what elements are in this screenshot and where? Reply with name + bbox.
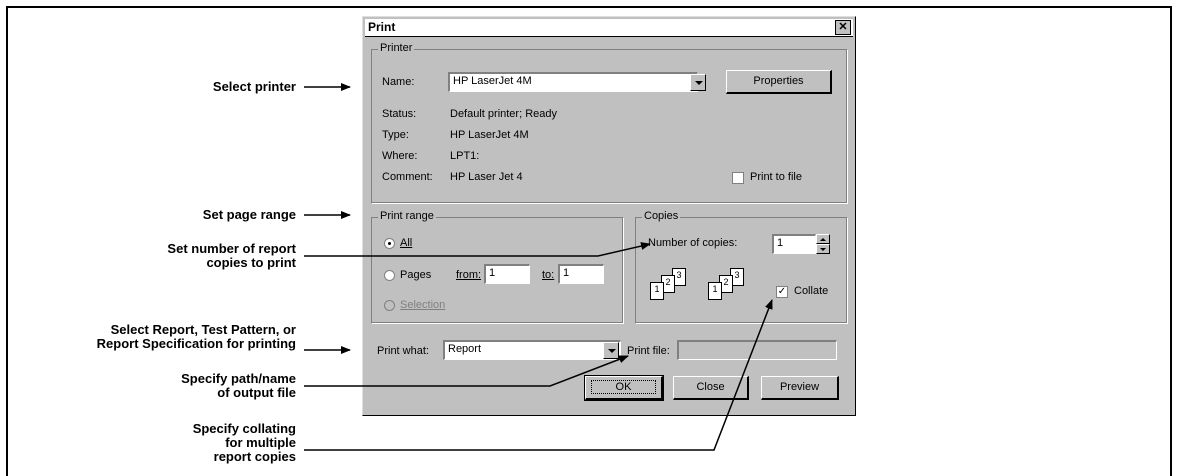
arrow-set-copies [304,242,651,257]
arrow-specify-collate [304,299,773,451]
arrow-specify-path [304,355,629,387]
callout-lines [304,83,773,451]
